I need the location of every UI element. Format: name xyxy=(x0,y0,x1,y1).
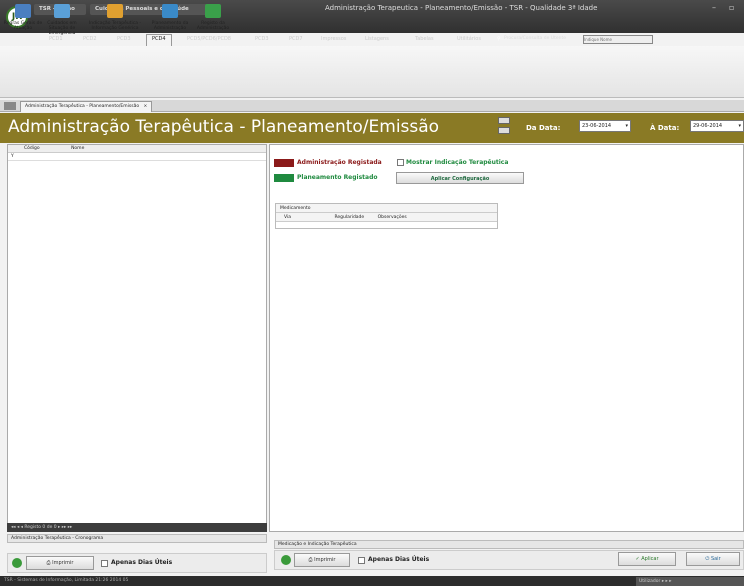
document-tab[interactable]: Administração Terapêutica - Planeamento/… xyxy=(20,101,153,112)
weekdays-label-right: Apenas Dias Úteis xyxy=(368,556,430,563)
filter-row[interactable]: Y xyxy=(8,153,266,161)
tab-pcd7[interactable]: PCD7 xyxy=(284,35,308,45)
tab-tabelas[interactable]: Tabelas xyxy=(410,35,439,45)
search-label: Procura/Consulta de Utente xyxy=(504,36,567,41)
apply-config-button[interactable]: Aplicar Configuração xyxy=(396,172,524,184)
weekdays-checkbox-left[interactable] xyxy=(101,560,108,567)
patient-search-input[interactable] xyxy=(583,35,653,44)
schedule-section-label: Administração Terapêutica - Cronograma xyxy=(7,534,267,543)
print-button-left[interactable]: ⎙ Imprimir xyxy=(26,556,94,570)
printer-icon: ⎙ xyxy=(46,560,51,566)
grid-header: Código Nome xyxy=(8,145,266,153)
indication-button[interactable]: Indicação Terapêutica - Informação Genér… xyxy=(86,4,144,48)
search-icon: ⚲ xyxy=(497,36,501,42)
planning-icon xyxy=(162,4,178,18)
col-observations[interactable]: Observações xyxy=(378,215,407,220)
print-label-right: Imprimir xyxy=(314,557,336,563)
status-user: Utilizador ▸ ▸ ▸ xyxy=(636,577,744,586)
window-title: Administração Terapeutica - Planeamento/… xyxy=(325,4,598,12)
print-label-left: Imprimir xyxy=(52,560,74,566)
prev-period-icon[interactable] xyxy=(498,117,510,124)
planning-label: Planeamento da Administração xyxy=(151,21,189,31)
rules-icon xyxy=(15,4,31,18)
next-period-icon[interactable] xyxy=(498,127,510,134)
exit-icon: ⏻ xyxy=(705,556,710,562)
weekdays-label-left: Apenas Dias Úteis xyxy=(111,559,173,566)
weekdays-checkbox-right[interactable] xyxy=(358,557,365,564)
grid-col-headers: Via Regularidade Observações xyxy=(276,213,497,222)
apply-label: Aplicar xyxy=(641,556,659,562)
exit-label: Sair xyxy=(710,556,721,562)
emergency-icon xyxy=(54,4,70,18)
col-via[interactable]: Via xyxy=(284,215,291,220)
check-icon: ✓ xyxy=(635,556,640,562)
exit-button[interactable]: ⏻ Sair xyxy=(686,552,740,566)
chevron-down-icon[interactable]: ▾ xyxy=(625,121,628,132)
apply-button[interactable]: ✓ Aplicar xyxy=(618,552,676,566)
register-label: Registo da Administração xyxy=(196,21,230,31)
col-regularity[interactable]: Regularidade xyxy=(334,215,364,220)
minimize-icon[interactable]: – xyxy=(712,3,716,12)
show-indication-label: Mostrar Indicação Terapêutica xyxy=(406,159,509,166)
col-code[interactable]: Código xyxy=(24,146,40,151)
tab-pcd3b[interactable]: PCD3 xyxy=(250,35,274,45)
to-date-value: 29-06-2014 xyxy=(693,123,723,129)
document-tab-label: Administração Terapêutica - Planeamento/… xyxy=(25,104,140,109)
emergency-button[interactable]: Cuidados em Situação de Emergência xyxy=(40,4,84,48)
to-date-input[interactable]: 29-06-2014 ▾ xyxy=(690,120,744,132)
close-tab-icon[interactable]: × xyxy=(144,104,148,109)
rules-label: Regras Gerais de Atuação xyxy=(3,21,43,31)
emergency-label: Cuidados em Situação de Emergência xyxy=(47,21,77,36)
indication-icon xyxy=(107,4,123,18)
plan-legend-label: Planeamento Registado xyxy=(297,174,378,181)
print-button-right[interactable]: ⎙ Imprimir xyxy=(294,553,350,567)
printer-icon: ⎙ xyxy=(308,557,313,563)
register-button[interactable]: Registo da Administração xyxy=(191,4,235,48)
tab-utilitarios[interactable]: Utilitários xyxy=(452,35,486,45)
from-date-label: Da Data: xyxy=(526,124,561,132)
medication-grid[interactable]: Medicamento Via Regularidade Observações xyxy=(275,203,498,229)
planning-button[interactable]: Planeamento da Administração xyxy=(148,4,192,48)
show-indication-checkbox[interactable] xyxy=(397,159,404,166)
tab-listagens[interactable]: Listagens xyxy=(360,35,394,45)
add-icon[interactable] xyxy=(281,555,291,565)
rules-button[interactable]: Regras Gerais de Atuação xyxy=(1,4,45,48)
admin-legend-swatch xyxy=(274,159,294,167)
ribbon xyxy=(0,46,744,98)
document-icon xyxy=(4,102,16,110)
indication-label: Indicação Terapêutica - Informação Genér… xyxy=(88,21,142,31)
plan-legend-swatch xyxy=(274,174,294,182)
to-date-label: À Data: xyxy=(650,124,680,132)
grid-group-header: Medicamento xyxy=(276,204,497,213)
col-name[interactable]: Nome xyxy=(71,146,84,151)
add-icon[interactable] xyxy=(12,558,22,568)
page-title: Administração Terapêutica - Planeamento/… xyxy=(8,117,440,137)
medication-section-label: Medicação e Indicação Terapêutica xyxy=(274,540,744,549)
record-navigator[interactable]: ◂◂ ◂ ◂ Registo 0 de 0 ▸ ▸▸ ▸▸ xyxy=(7,523,267,532)
admin-legend-label: Administração Registada xyxy=(297,159,382,166)
from-date-input[interactable]: 23-06-2014 ▾ xyxy=(579,120,631,132)
tab-impressos[interactable]: Impressos xyxy=(316,35,351,45)
chevron-down-icon[interactable]: ▾ xyxy=(738,121,741,132)
maximize-icon[interactable]: ▫ xyxy=(729,3,734,12)
patients-grid[interactable]: Código Nome Y xyxy=(7,144,267,532)
register-icon xyxy=(205,4,221,18)
status-bar: TSR - Sistemas de Informação, Limitada 2… xyxy=(0,576,744,586)
from-date-value: 23-06-2014 xyxy=(582,123,612,129)
